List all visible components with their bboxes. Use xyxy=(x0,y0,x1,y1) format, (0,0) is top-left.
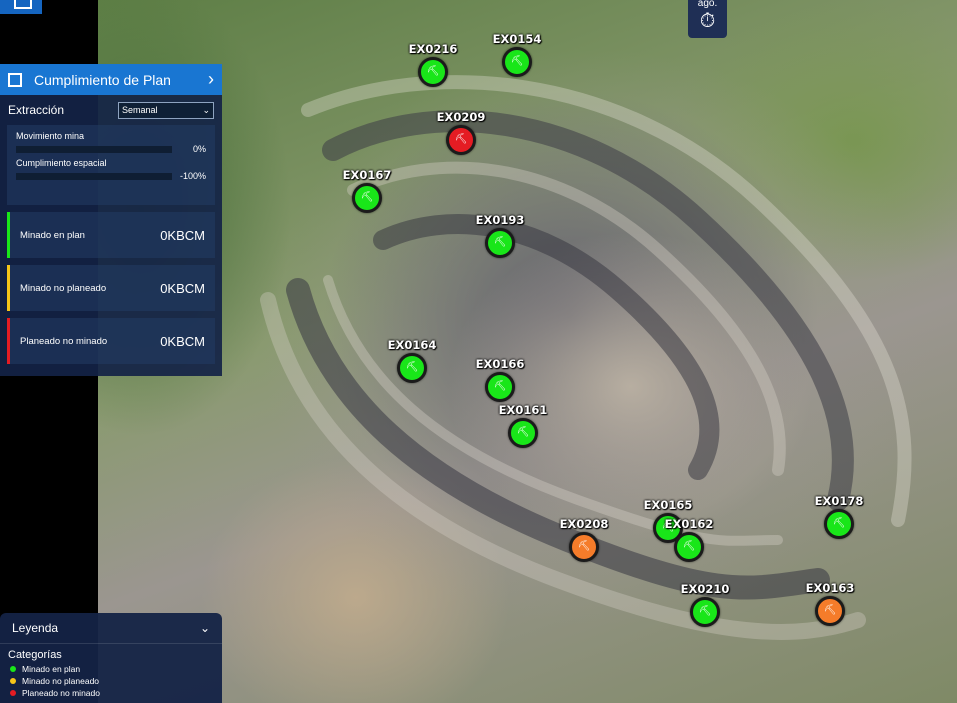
excavator-id: EX0165 xyxy=(643,498,693,512)
card-planned-not-mined: Planeado no minado 0KBCM xyxy=(7,318,215,364)
excavator-id: EX0209 xyxy=(436,110,486,124)
card-mined-in-plan: Minado en plan 0KBCM xyxy=(7,212,215,258)
excavator-id: EX0167 xyxy=(342,168,392,182)
excavator-id: EX0208 xyxy=(559,517,609,531)
dot-icon xyxy=(10,678,16,684)
excavator-icon[interactable]: ⛏ xyxy=(485,228,515,258)
excavator-icon[interactable]: ⛏ xyxy=(446,125,476,155)
timer-text: ago. xyxy=(697,0,718,9)
metric-value: 0% xyxy=(192,144,206,154)
legend-item-label: Planeado no minado xyxy=(22,688,100,698)
legend-categories-title: Categorías xyxy=(8,649,62,661)
progress-bar xyxy=(16,172,172,180)
excavator-icon[interactable]: ⛏ xyxy=(397,353,427,383)
excavator-id: EX0216 xyxy=(408,42,458,56)
chevron-right-icon[interactable]: › xyxy=(208,69,214,90)
card-mined-unplanned: Minado no planeado 0KBCM xyxy=(7,265,215,311)
card-label: Minado no planeado xyxy=(20,282,107,294)
excavator-icon[interactable]: ⛏ xyxy=(690,597,720,627)
legend-item: Minado en plan xyxy=(0,663,222,675)
excavator-id: EX0166 xyxy=(475,357,525,371)
timer-button[interactable]: ago. ⏱ xyxy=(688,0,727,38)
chevron-down-icon[interactable]: ⌄ xyxy=(200,621,210,635)
panel-title: Cumplimiento de Plan xyxy=(34,71,171,88)
excavator-id: EX0161 xyxy=(498,403,548,417)
extraction-label: Extracción xyxy=(8,103,65,117)
excavator-id: EX0154 xyxy=(492,32,542,46)
extraction-row: Extracción Semanal ⌄ xyxy=(0,95,222,125)
legend-item: Planeado no minado xyxy=(0,687,222,699)
metrics-box: Movimiento mina 0% Cumplimiento espacial… xyxy=(7,125,215,205)
metric-value: -100% xyxy=(179,171,206,181)
card-value: 0KBCM xyxy=(160,280,205,296)
excavator-id: EX0178 xyxy=(814,494,864,508)
satellite-map[interactable]: EX0216 ⛏ EX0154 ⛏ EX0209 ⛏ EX0167 ⛏ EX01… xyxy=(98,0,957,703)
card-label: Minado en plan xyxy=(20,229,85,241)
legend-item: Minado no planeado xyxy=(0,675,222,687)
period-select[interactable]: Semanal ⌄ xyxy=(118,101,214,119)
legend-item-label: Minado en plan xyxy=(22,664,81,674)
excavator-id: EX0163 xyxy=(805,581,855,595)
excavator-icon[interactable]: ⛏ xyxy=(418,57,448,87)
excavator-id: EX0210 xyxy=(680,582,730,596)
dot-icon xyxy=(10,666,16,672)
panel-header[interactable]: Cumplimiento de Plan › xyxy=(0,64,222,95)
metric-label: Cumplimiento espacial xyxy=(16,158,107,168)
legend-panel: Leyenda ⌄ Categorías Minado en plan Mina… xyxy=(0,613,222,703)
excavator-icon[interactable]: ⛏ xyxy=(508,418,538,448)
menu-button[interactable] xyxy=(0,0,42,14)
card-value: 0KBCM xyxy=(160,227,205,243)
excavator-id: EX0164 xyxy=(387,338,437,352)
card-value: 0KBCM xyxy=(160,333,205,349)
metric-label: Movimiento mina xyxy=(16,131,85,141)
metric-mine-movement: Movimiento mina 0% xyxy=(16,131,206,154)
excavator-icon[interactable]: ⛏ xyxy=(502,47,532,77)
excavator-icon[interactable]: ⛏ xyxy=(824,509,854,539)
excavator-icon[interactable]: ⛏ xyxy=(815,596,845,626)
legend-title: Leyenda xyxy=(12,621,59,635)
excavator-icon[interactable]: ⛏ xyxy=(674,532,704,562)
excavator-icon[interactable]: ⛏ xyxy=(569,532,599,562)
excavator-icon[interactable]: ⛏ xyxy=(352,183,382,213)
chevron-down-icon: ⌄ xyxy=(202,104,210,115)
card-label: Planeado no minado xyxy=(20,335,108,347)
period-value: Semanal xyxy=(122,105,158,115)
excavator-icon[interactable]: ⛏ xyxy=(485,372,515,402)
legend-item-label: Minado no planeado xyxy=(22,676,100,686)
excavator-id: EX0162 xyxy=(664,517,714,531)
plan-compliance-panel: Cumplimiento de Plan › Extracción Semana… xyxy=(0,64,222,376)
excavator-id: EX0193 xyxy=(475,213,525,227)
metric-spatial-compliance: Cumplimiento espacial -100% xyxy=(16,158,206,181)
panel-icon xyxy=(8,72,22,87)
timer-icon: ⏱ xyxy=(699,10,716,32)
dot-icon xyxy=(10,690,16,696)
legend-header[interactable]: Leyenda ⌄ xyxy=(0,613,222,644)
progress-bar xyxy=(16,145,172,153)
